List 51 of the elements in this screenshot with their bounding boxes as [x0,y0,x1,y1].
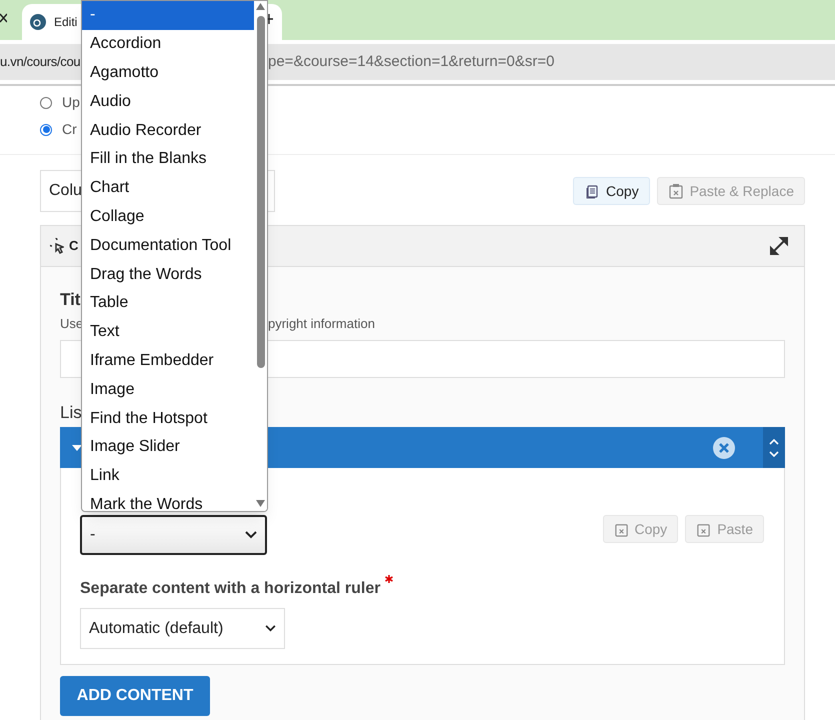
url-text: u.vn/cours/cou [0,53,81,72]
pointer-icon [50,238,64,254]
tab-title: Editi [54,14,78,31]
help-text: pyright information [268,315,375,334]
up-chevron-icon[interactable] [769,438,779,444]
plus-icon[interactable] [268,14,273,24]
caret-icon[interactable] [72,444,82,450]
radio-button[interactable] [40,96,52,108]
dropdown-option[interactable]: Link [82,462,254,491]
radio-button[interactable] [40,124,52,136]
ruler-select[interactable]: Automatic (default) [80,608,285,649]
dropdown-option[interactable]: Drag the Words [82,260,254,289]
close-icon[interactable] [0,13,7,23]
clipboard-icon [696,522,712,536]
site-logo-icon [30,14,46,30]
chevron-icon [245,531,257,539]
down-chevron-icon[interactable] [769,450,779,456]
dropdown-option[interactable]: Table [82,288,254,318]
dropdown-option[interactable]: - [82,1,254,30]
scroll-down-icon[interactable] [256,500,265,507]
field-label: Lis [60,402,82,424]
field-label: Separate content with a horizontal ruler [80,579,380,599]
radio-label: Up [62,93,80,112]
clipboard-icon [614,522,628,536]
dropdown-option[interactable]: Image [82,375,254,404]
radio-label: Cr [62,120,77,139]
dropdown-option[interactable]: Fill in the Blanks [82,144,254,174]
copy-button[interactable]: Copy [573,177,650,205]
add-content-button[interactable]: ADD CONTENT [60,676,210,716]
url-text: pe=&course=14&section=1&return=0&sr=0 [268,52,554,72]
dropdown-option[interactable]: Iframe Embedder [82,346,254,376]
dropdown-option[interactable]: Mark the Words [82,490,254,511]
expand-icon[interactable] [770,237,788,255]
scrollbar[interactable] [254,1,267,511]
dropdown-option[interactable]: Find the Hotspot [82,404,254,433]
copy-icon [584,183,600,199]
scroll-up-icon[interactable] [256,3,265,10]
dropdown-option[interactable]: Documentation Tool [82,231,254,260]
dropdown-option[interactable]: Audio [82,87,254,116]
dropdown-option[interactable]: Image Slider [82,432,254,462]
dropdown-option[interactable]: Chart [82,174,254,203]
panel-title: C [69,237,78,256]
field-label: Tit [60,289,80,311]
dropdown-option[interactable]: Text [82,318,254,347]
dropdown-option[interactable]: Collage [82,202,254,232]
clipboard-icon [668,183,684,199]
content-type-select[interactable]: - [80,515,267,555]
dropdown-option[interactable]: Audio Recorder [82,116,254,145]
reorder-control[interactable] [763,427,785,468]
chevron-icon [265,625,276,632]
remove-icon[interactable] [713,436,735,458]
